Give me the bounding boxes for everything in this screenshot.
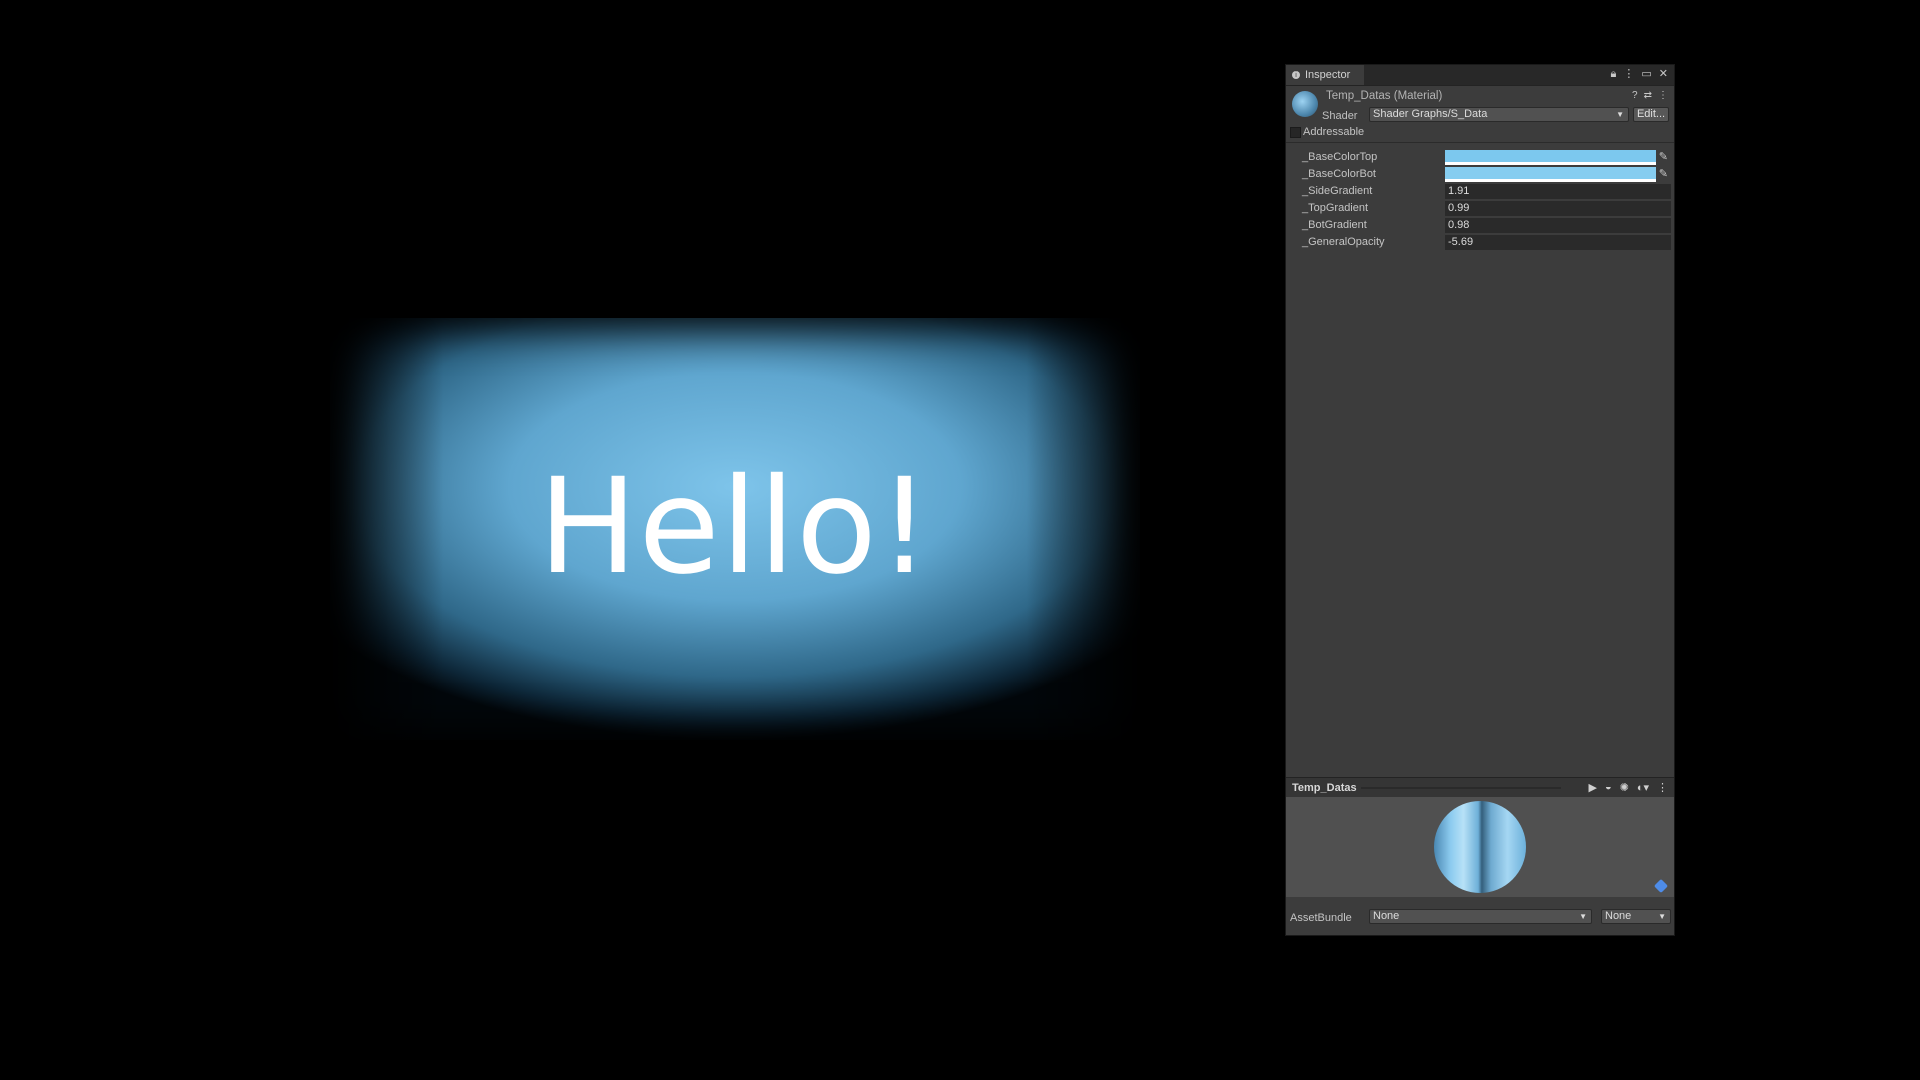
property-label: _GeneralOpacity: [1302, 236, 1385, 248]
preview-title: Temp_Datas: [1292, 782, 1357, 794]
maximize-icon[interactable]: ▭: [1641, 68, 1651, 81]
help-icon[interactable]: ?: [1632, 90, 1638, 101]
eyedropper-icon[interactable]: ✎: [1659, 150, 1668, 163]
property-row: _SideGradient 1.91: [1286, 183, 1674, 200]
shader-label: Shader: [1322, 110, 1358, 122]
float-field[interactable]: 0.99: [1445, 201, 1671, 216]
color-field[interactable]: [1445, 150, 1656, 165]
property-row: _GeneralOpacity -5.69: [1286, 234, 1674, 251]
close-icon[interactable]: ✕: [1659, 68, 1668, 81]
info-icon: i: [1292, 71, 1300, 79]
material-sphere-icon: [1292, 91, 1318, 117]
hello-text: Hello!: [538, 450, 932, 604]
more-vert-icon[interactable]: ⋮: [1623, 68, 1634, 81]
preview-icons: ▶ ◒ ✺ ◐▾ ⋮: [1588, 781, 1668, 794]
more-vert-icon[interactable]: ⋮: [1658, 90, 1668, 101]
color-field[interactable]: [1445, 167, 1656, 182]
addressable-row: Addressable: [1286, 124, 1674, 143]
addressable-checkbox[interactable]: [1290, 127, 1301, 138]
property-label: _SideGradient: [1302, 185, 1373, 197]
material-name: Temp_Datas (Material): [1326, 90, 1443, 102]
shader-value: Shader Graphs/S_Data: [1373, 108, 1488, 120]
float-field[interactable]: -5.69: [1445, 235, 1671, 250]
lock-icon[interactable]: 🔒︎: [1611, 68, 1617, 81]
shader-dropdown[interactable]: Shader Graphs/S_Data ▼: [1369, 107, 1629, 122]
inspector-panel: i Inspector 🔒︎ ⋮ ▭ ✕ Temp_Datas (Materia…: [1285, 64, 1675, 936]
chevron-down-icon: ▼: [1616, 110, 1624, 119]
assetbundle-variant-dropdown[interactable]: None ▼: [1601, 909, 1671, 924]
assetbundle-value: None: [1373, 910, 1400, 922]
float-field[interactable]: 0.98: [1445, 218, 1671, 233]
sphere-mesh-icon[interactable]: ◒: [1605, 781, 1612, 794]
eyedropper-icon[interactable]: ✎: [1659, 167, 1668, 180]
preview-sphere: [1434, 801, 1526, 893]
property-row: _TopGradient 0.99: [1286, 200, 1674, 217]
window-buttons: 🔒︎ ⋮ ▭ ✕: [1611, 68, 1668, 81]
property-label: _BotGradient: [1302, 219, 1367, 231]
light-icon[interactable]: ✺: [1620, 781, 1629, 794]
assetbundle-variant-value: None: [1605, 910, 1632, 922]
assetbundle-row: AssetBundle None ▼ None ▼: [1286, 897, 1674, 935]
float-field[interactable]: 1.91: [1445, 184, 1671, 199]
property-row: _BotGradient 0.98: [1286, 217, 1674, 234]
property-row: _BaseColorBot ✎: [1286, 166, 1674, 183]
preview-toolbar: Temp_Datas ▶ ◒ ✺ ◐▾ ⋮: [1286, 777, 1674, 798]
inspector-tabbar: i Inspector 🔒︎ ⋮ ▭ ✕: [1286, 65, 1674, 86]
tab-label: Inspector: [1305, 69, 1351, 81]
material-preview[interactable]: [1286, 797, 1674, 897]
chevron-down-icon: ▼: [1579, 912, 1587, 921]
assetbundle-label: AssetBundle: [1290, 912, 1352, 924]
header-icons: ? ⇄ ⋮: [1632, 90, 1668, 101]
addressable-label: Addressable: [1303, 126, 1365, 138]
chevron-down-icon: ▼: [1658, 912, 1666, 921]
property-label: _BaseColorTop: [1302, 151, 1378, 163]
material-header: Temp_Datas (Material) ? ⇄ ⋮ Shader Shade…: [1286, 86, 1674, 124]
edit-shader-button[interactable]: Edit...: [1633, 107, 1669, 122]
preview-resize-handle[interactable]: [1361, 787, 1561, 789]
property-label: _TopGradient: [1302, 202, 1369, 214]
play-icon[interactable]: ▶: [1588, 781, 1596, 794]
more-vert-icon[interactable]: ⋮: [1657, 781, 1668, 794]
preset-icon[interactable]: ⇄: [1644, 90, 1652, 101]
property-row: _BaseColorTop ✎: [1286, 149, 1674, 166]
label-tag-icon[interactable]: [1653, 878, 1669, 894]
material-properties: _BaseColorTop ✎ _BaseColorBot ✎ _SideGra…: [1286, 143, 1674, 251]
tab-inspector[interactable]: i Inspector: [1286, 65, 1364, 85]
assetbundle-dropdown[interactable]: None ▼: [1369, 909, 1592, 924]
property-label: _BaseColorBot: [1302, 168, 1376, 180]
scene-view: Hello!: [330, 318, 1140, 740]
background-dropdown-icon[interactable]: ◐▾: [1637, 781, 1649, 794]
